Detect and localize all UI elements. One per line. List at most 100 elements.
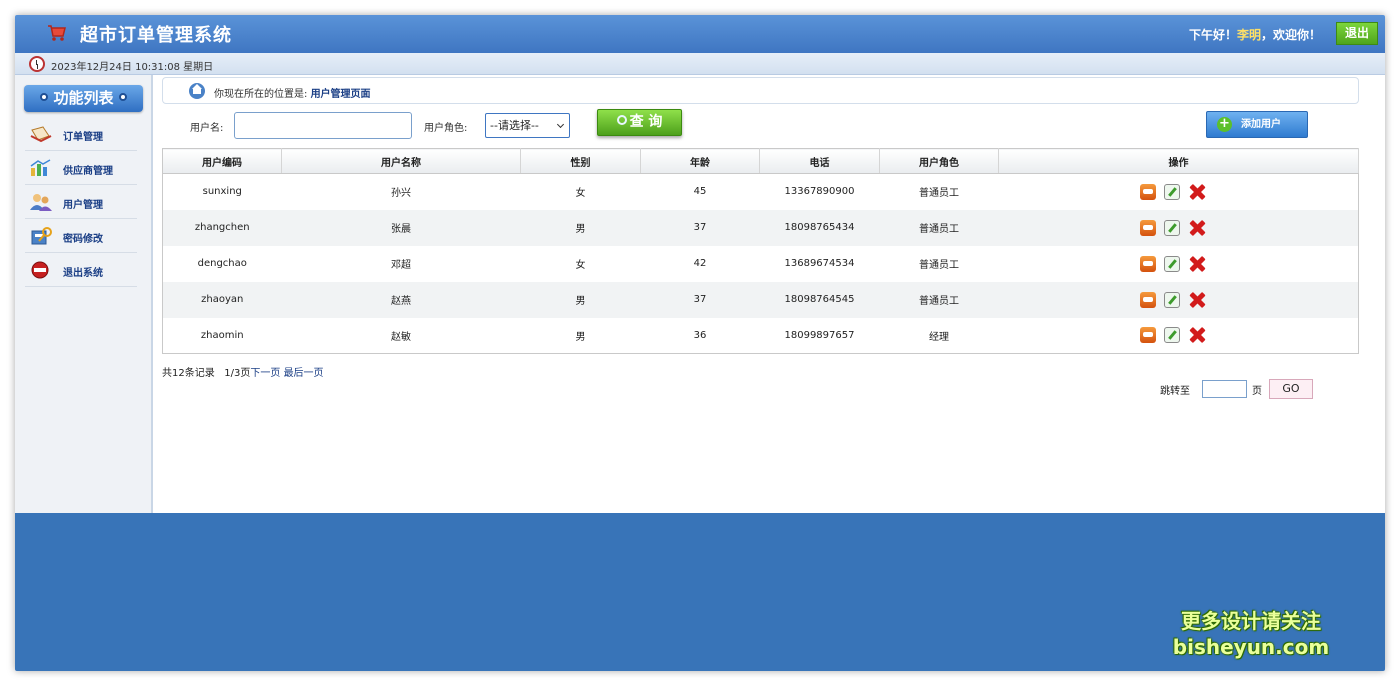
password-icon: [31, 227, 52, 245]
delete-icon[interactable]: [1188, 291, 1206, 309]
watermark-line2: bisheyun.com: [1172, 635, 1330, 659]
clock-icon: [29, 56, 45, 72]
greeting: 下午好！李明，欢迎你！: [1189, 26, 1321, 43]
cell-user-name: 邓超: [391, 260, 411, 271]
query-button[interactable]: 查 询: [597, 109, 682, 136]
cell-phone: 18098764545: [759, 281, 880, 318]
edit-icon[interactable]: [1164, 255, 1181, 272]
cell-phone: 18099897657: [784, 329, 855, 341]
sidebar-item-password[interactable]: 密码修改: [25, 219, 137, 253]
view-icon[interactable]: [1140, 291, 1157, 308]
function-list-title: 功能列表: [53, 89, 114, 107]
exit-icon: [31, 261, 49, 279]
app-title: 超市订单管理系统: [80, 25, 232, 46]
jump-page-input[interactable]: [1202, 380, 1247, 398]
cell-phone: 18098765434: [759, 209, 880, 246]
jump-unit: 页: [1252, 386, 1262, 397]
row-actions: [1136, 326, 1210, 344]
logout-button[interactable]: 退出: [1336, 22, 1378, 45]
column-header: 用户角色: [879, 148, 999, 174]
cell-user-code: dengchao: [197, 258, 247, 269]
location-page: 用户管理页面: [310, 89, 371, 100]
column-header: 电话: [759, 148, 880, 174]
page-info: 1/3页: [224, 368, 251, 379]
order-icon: [30, 126, 52, 143]
supplier-icon: [30, 159, 51, 176]
view-icon[interactable]: [1140, 219, 1157, 236]
cell-user-name: 张晨: [281, 209, 521, 246]
go-button[interactable]: GO: [1269, 379, 1313, 399]
username-label: 用户名:: [190, 123, 224, 134]
view-icon[interactable]: [1140, 183, 1157, 200]
edit-icon[interactable]: [1164, 219, 1181, 236]
cell-role: 普通员工: [879, 209, 999, 246]
cell-user-name: 赵燕: [281, 281, 521, 318]
sidebar-item-label: 供应商管理: [63, 166, 113, 177]
sidebar-item-suppliers[interactable]: 供应商管理: [25, 151, 137, 185]
main-content: 你现在所在的位置是: 用户管理页面 用户名: 用户角色: --请选择-- 查 询…: [162, 77, 1359, 513]
delete-icon[interactable]: [1188, 255, 1206, 273]
view-icon[interactable]: [1140, 255, 1157, 272]
sidebar-item-exit[interactable]: 退出系统: [25, 253, 137, 287]
role-selected-value: --请选择--: [490, 119, 539, 132]
cell-role: 普通员工: [919, 260, 959, 271]
column-header: 年龄: [640, 148, 760, 174]
table-row: zhaomin 赵敏 男 36 18099897657 经理: [163, 318, 1359, 354]
table-row: zhangchen 张晨 男 37 18098765434 普通员工: [162, 209, 1359, 246]
footer: 更多设计请关注 bisheyun.com: [15, 513, 1385, 671]
cell-user-code: zhaomin: [200, 329, 244, 341]
sidebar-item-label: 退出系统: [63, 268, 103, 279]
username-input[interactable]: [234, 112, 412, 139]
cell-user-code: zhangchen: [162, 209, 282, 246]
cart-icon: [48, 25, 66, 41]
table-row: sunxing 孙兴 女 45 13367890900 普通员工: [163, 174, 1359, 210]
last-page-link[interactable]: 最后一页: [284, 368, 324, 379]
sidebar-item-orders[interactable]: 订单管理: [25, 117, 137, 151]
function-list-header: 功能列表: [24, 85, 143, 112]
row-actions: [1136, 219, 1210, 237]
home-icon: [189, 83, 205, 99]
edit-icon[interactable]: [1164, 183, 1181, 200]
cell-gender: 女: [575, 188, 586, 200]
watermark: 更多设计请关注 bisheyun.com: [1171, 608, 1331, 660]
column-header: 性别: [520, 148, 641, 174]
cell-actions: [999, 246, 1359, 282]
add-user-label: 添加用户: [1241, 119, 1281, 130]
add-user-button[interactable]: + 添加用户: [1206, 111, 1308, 138]
pagination-info: 共12条记录 1/3页下一页 最后一页: [162, 364, 324, 379]
next-page-link[interactable]: 下一页: [250, 368, 280, 379]
cell-actions: [999, 318, 1359, 354]
role-select[interactable]: --请选择--: [485, 113, 570, 138]
search-icon: [616, 115, 627, 125]
delete-icon[interactable]: [1188, 219, 1206, 237]
cell-user-code: sunxing: [202, 186, 242, 198]
role-label: 用户角色:: [424, 123, 468, 134]
watermark-line1: 更多设计请关注: [1181, 609, 1321, 633]
cell-age: 37: [640, 281, 760, 318]
jump-label: 跳转至: [1160, 386, 1190, 397]
current-user-name: 李明: [1236, 28, 1261, 42]
column-header: 用户编码: [162, 148, 282, 174]
cell-actions: [999, 174, 1359, 210]
cell-gender: 男: [575, 331, 586, 343]
greeting-prefix: 下午好！: [1188, 28, 1237, 42]
location-prefix: 你现在所在的位置是:: [214, 89, 308, 100]
edit-icon[interactable]: [1164, 291, 1181, 308]
query-label: 查 询: [629, 114, 663, 130]
column-header: 用户名称: [281, 148, 521, 174]
app-window: 超市订单管理系统 下午好！李明，欢迎你！ 退出 2023年12月24日 10:3…: [15, 15, 1385, 671]
plus-icon: +: [1217, 117, 1232, 132]
cell-actions: [998, 281, 1359, 318]
search-bar: 用户名: 用户角色: --请选择-- 查 询 + 添加用户: [162, 107, 1359, 147]
view-icon[interactable]: [1140, 327, 1157, 344]
current-datetime: 2023年12月24日 10:31:08 星期日: [51, 62, 214, 73]
edit-icon[interactable]: [1164, 327, 1181, 344]
sidebar-item-users[interactable]: 用户管理: [25, 185, 137, 219]
delete-icon[interactable]: [1188, 326, 1206, 344]
cell-age: 45: [693, 186, 707, 198]
sidebar-item-label: 订单管理: [63, 132, 103, 143]
cell-age: 36: [693, 329, 707, 341]
delete-icon[interactable]: [1188, 183, 1206, 201]
cell-gender: 男: [520, 281, 641, 318]
cell-user-name: 赵敏: [391, 331, 411, 343]
